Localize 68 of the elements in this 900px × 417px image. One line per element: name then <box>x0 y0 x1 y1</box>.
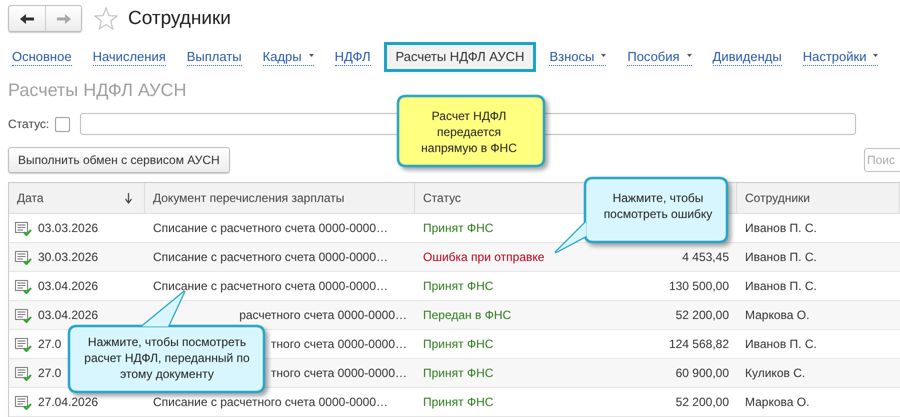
section-title: Расчеты НДФЛ АУСН <box>8 79 188 102</box>
left-arrow-icon <box>20 14 34 24</box>
status-text[interactable]: Принят ФНС <box>423 337 494 351</box>
star-icon[interactable] <box>94 7 118 30</box>
document-icon <box>15 278 32 294</box>
amount-cell: 52 200,00 <box>676 308 729 322</box>
column-header[interactable]: Сотрудники <box>745 191 810 205</box>
status-label: Статус: <box>8 117 50 131</box>
employee-cell: Иванов П. С. <box>745 250 817 264</box>
table-row[interactable]: 03.04.2026 расчетного счета 0000-0000… Передан в ФНС 52 200,00 Маркова О. <box>9 301 900 330</box>
date-cell: 27.0 <box>38 337 62 351</box>
tab[interactable]: Пособия <box>619 42 700 72</box>
tab[interactable]: Расчеты НДФЛ АУСН <box>384 42 536 72</box>
date-cell: 03.04.2026 <box>38 308 98 322</box>
window-title: Сотрудники <box>128 8 231 30</box>
date-cell: 27.0 <box>38 366 62 380</box>
document-link[interactable]: Списание с расчетного счета 0000-0000… <box>153 221 388 235</box>
search-field[interactable]: Поис <box>864 148 900 172</box>
document-link[interactable]: тного счета 0000-0000… <box>270 366 407 380</box>
sort-arrow-icon[interactable] <box>125 192 132 204</box>
employee-cell: Иванов П. С. <box>745 337 817 351</box>
employee-cell: Маркова О. <box>745 395 810 409</box>
status-text[interactable]: Принят ФНС <box>423 366 494 380</box>
amount-cell: 4 453,45 <box>682 250 729 264</box>
employee-cell: Маркова О. <box>745 308 810 322</box>
document-link[interactable]: расчетного счета 0000-0000… <box>239 308 407 322</box>
document-link[interactable]: тного счета 0000-0000… <box>270 337 407 351</box>
tab[interactable]: Выплаты <box>178 42 250 72</box>
tooltip-text: Расчет НДФЛ передается напрямую в ФНС <box>420 108 518 156</box>
tab[interactable]: Взносы <box>541 42 614 72</box>
amount-cell: 52 200,00 <box>676 395 729 409</box>
amount-cell: 124 568,82 <box>668 337 729 351</box>
right-arrow-icon <box>56 14 70 24</box>
tab[interactable]: Начисления <box>84 42 174 72</box>
status-text[interactable]: Принят ФНС <box>423 279 494 293</box>
column-header[interactable]: Статус <box>423 191 461 205</box>
tab[interactable]: Дивиденды <box>704 42 790 72</box>
tab[interactable]: НДФЛ <box>326 42 378 72</box>
amount-cell: 130 500,00 <box>668 279 729 293</box>
table-row[interactable]: 30.03.2026 Списание с расчетного счета 0000-0000… Ошибка при отправке 4 453,45 Иванов П. С. <box>9 243 900 272</box>
status-checkbox[interactable] <box>55 116 70 132</box>
document-icon <box>15 336 32 352</box>
status-text[interactable]: Принят ФНС <box>423 221 494 235</box>
document-link[interactable]: Списание с расчетного счета 0000-0000… <box>153 395 388 409</box>
status-text[interactable]: Передан в ФНС <box>423 308 512 322</box>
document-link[interactable]: Списание с расчетного счета 0000-0000… <box>153 279 388 293</box>
employee-cell: Куликов С. <box>745 366 806 380</box>
document-icon <box>15 308 32 322</box>
document-icon <box>15 394 32 410</box>
document-icon <box>15 220 32 236</box>
tab[interactable]: Основное <box>4 42 80 72</box>
tab[interactable]: Кадры <box>254 42 322 72</box>
employee-cell: Иванов П. С. <box>745 221 817 235</box>
document-icon <box>15 250 32 264</box>
date-cell: 03.04.2026 <box>38 279 98 293</box>
status-text[interactable]: Принят ФНС <box>423 395 494 409</box>
tab[interactable]: Настройки <box>794 42 886 72</box>
column-header[interactable]: Дата <box>17 191 44 205</box>
document-link[interactable]: Списание с расчетного счета 0000-0000… <box>153 250 388 264</box>
date-cell: 27.04.2026 <box>38 395 98 409</box>
status-text[interactable]: Ошибка при отправке <box>423 250 544 264</box>
amount-cell: 60 900,00 <box>676 366 729 380</box>
exchange-button[interactable]: Выполнить обмен с сервисом АУСН <box>8 147 230 173</box>
employee-cell: Иванов П. С. <box>745 279 817 293</box>
document-icon <box>15 366 32 380</box>
date-cell: 30.03.2026 <box>38 250 98 264</box>
date-cell: 03.03.2026 <box>38 221 98 235</box>
column-header[interactable]: Документ перечисления зарплаты <box>153 191 344 205</box>
